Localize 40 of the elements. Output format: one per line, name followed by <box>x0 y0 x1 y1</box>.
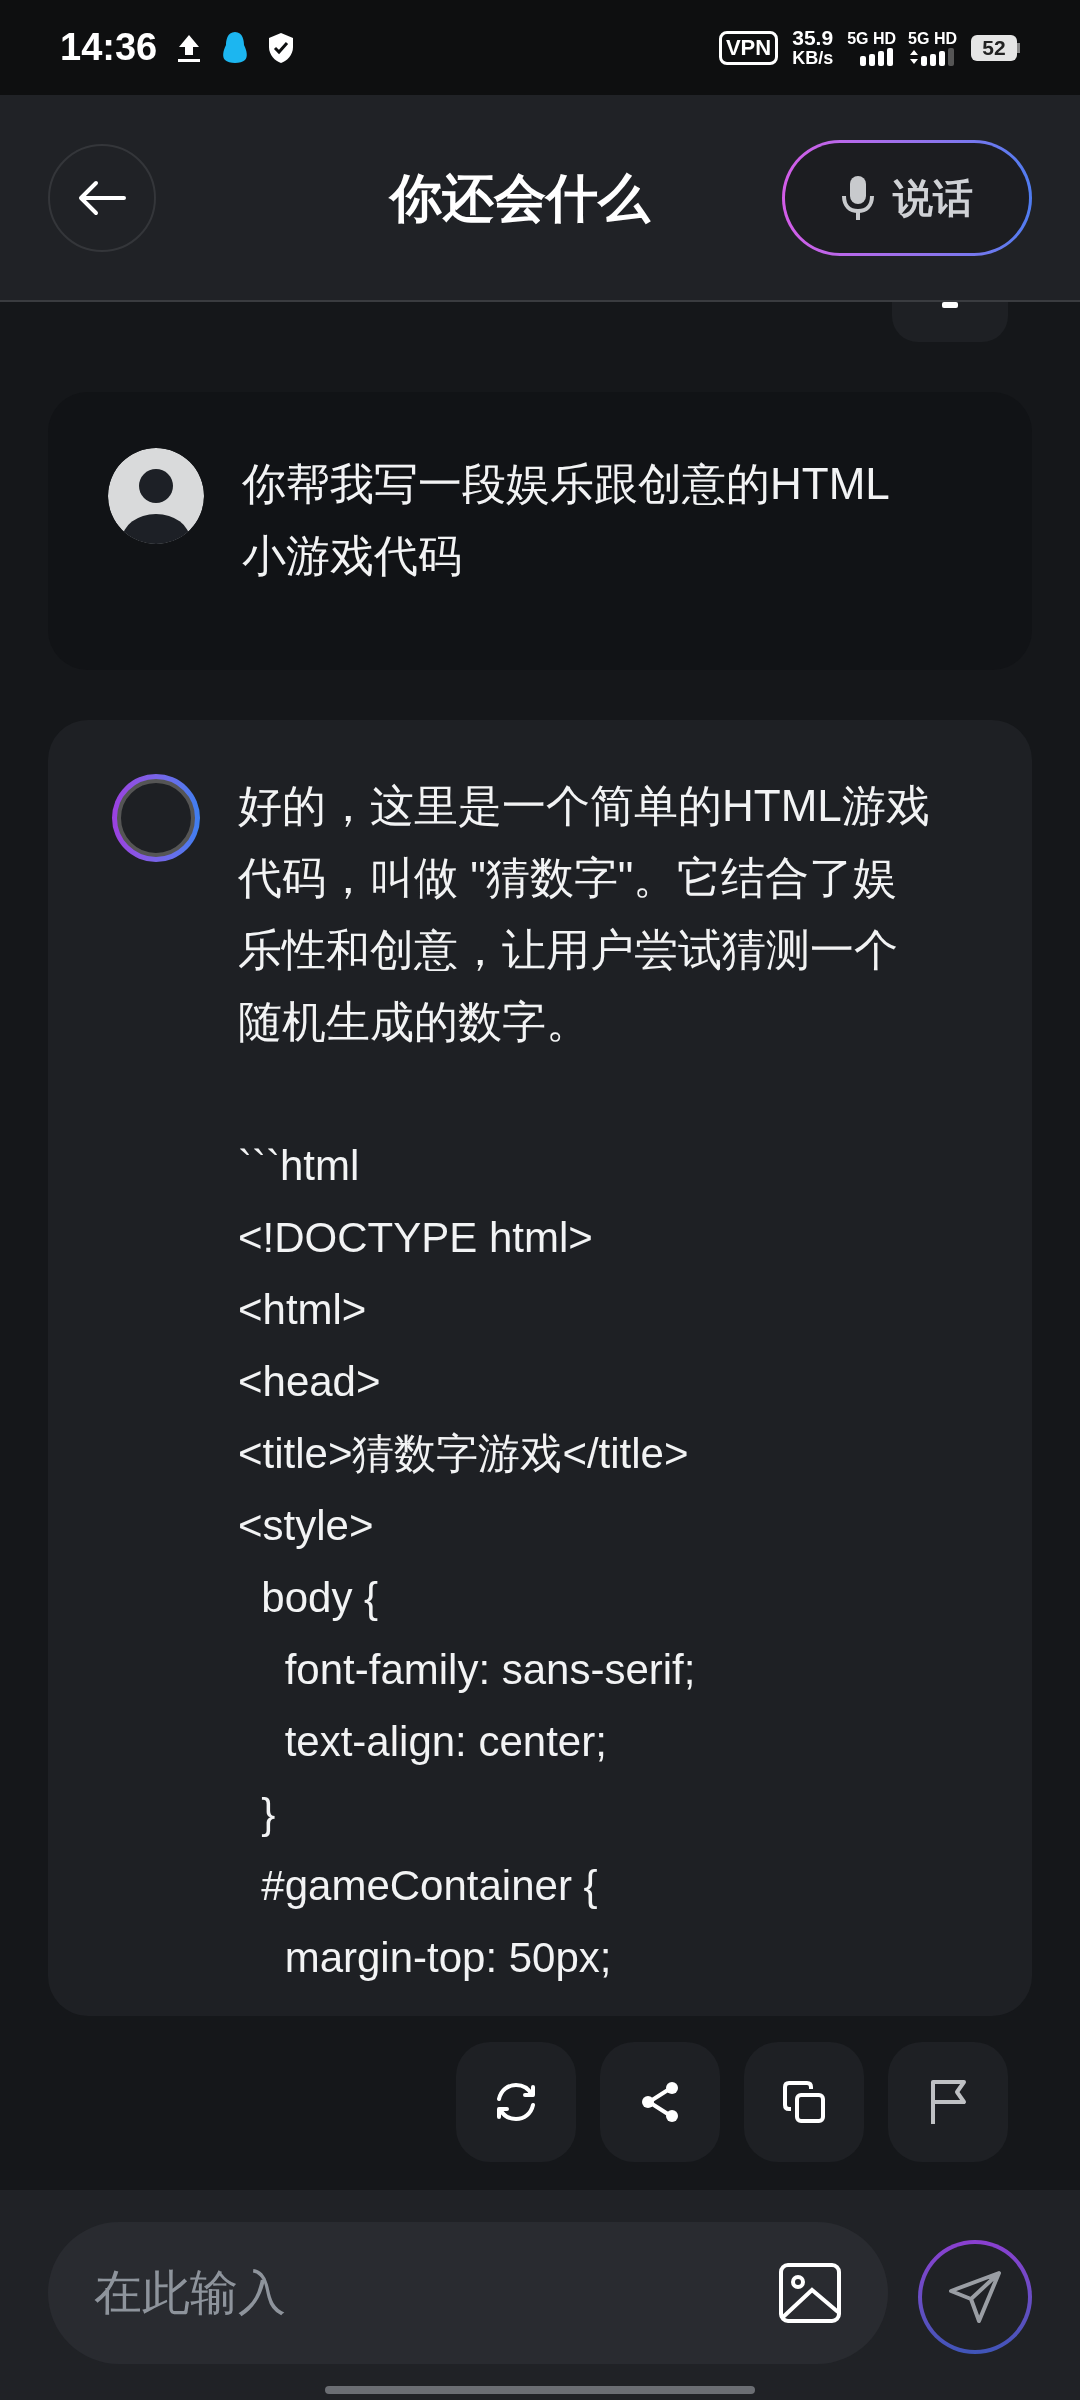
share-button[interactable] <box>600 2042 720 2162</box>
speed-unit: KB/s <box>792 47 834 68</box>
input-field[interactable]: 在此输入 <box>48 2222 888 2364</box>
code-line: body { <box>260 1573 379 1623</box>
back-button[interactable] <box>48 143 156 252</box>
report-button[interactable] <box>888 2042 1008 2162</box>
code-line: <html> <box>238 1285 367 1335</box>
copy-button[interactable] <box>744 2042 864 2162</box>
send-icon <box>947 2269 1003 2325</box>
code-line: #gameContainer { <box>260 1861 598 1911</box>
code-line: <head> <box>238 1357 381 1407</box>
network-speed: 35.9 <box>792 27 834 48</box>
code-line: <title>猜数字游戏</title> <box>238 1429 689 1479</box>
page-title: 你还会什么 <box>390 167 650 229</box>
partial-button[interactable] <box>892 302 1008 342</box>
microphone-icon <box>841 173 875 222</box>
network-type: 5G HD <box>908 29 957 48</box>
back-arrow-icon <box>78 179 126 216</box>
regenerate-button[interactable] <box>456 2042 576 2162</box>
network-type: 5G HD <box>847 29 897 48</box>
avatar-icon <box>108 448 204 544</box>
code-line: margin-top: 50px; <box>283 1933 612 1983</box>
code-line: } <box>260 1789 276 1839</box>
code-line: <!DOCTYPE html> <box>238 1213 593 1263</box>
message-text: 好的，这里是一个简单的HTML游戏代码，叫做 "猜数字"。它结合了娱乐性和创意，让用户尝试猜测一个随机生成的数字。 <box>238 780 931 1048</box>
image-icon[interactable] <box>778 2262 842 2324</box>
signal-icon <box>908 47 957 66</box>
flag-icon <box>928 2078 968 2126</box>
code-line: font-family: sans-serif; <box>283 1645 696 1695</box>
clock: 14:36 <box>60 25 158 70</box>
battery-icon: 52 <box>971 34 1020 61</box>
message-text: 你帮我写一段娱乐跟创意的HTML小游戏代码 <box>242 458 891 582</box>
shield-check-icon <box>267 31 296 64</box>
voice-button[interactable]: 说话 <box>785 142 1029 253</box>
vpn-badge: VPN <box>718 30 779 65</box>
code-line: ```html <box>238 1141 360 1191</box>
code-line: text-align: center; <box>283 1717 607 1767</box>
code-line: <style> <box>238 1501 374 1551</box>
copy-icon <box>781 2079 827 2125</box>
send-button[interactable] <box>922 2244 1028 2350</box>
